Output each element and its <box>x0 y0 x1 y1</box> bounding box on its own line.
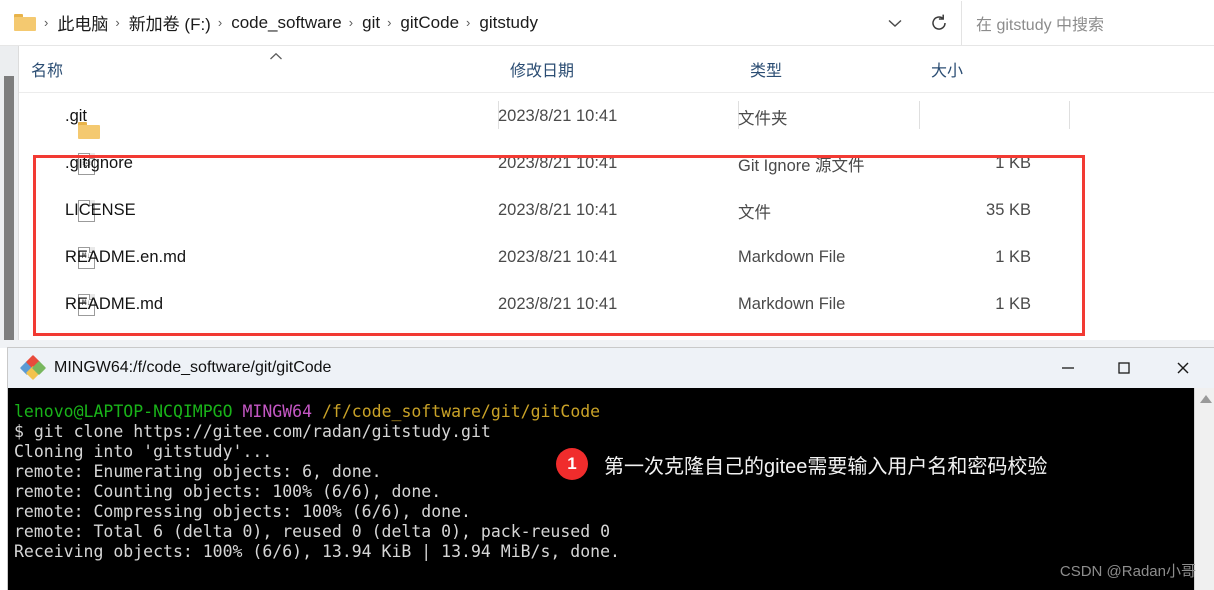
file-size: 1 KB <box>995 295 1031 313</box>
file-date: 2023/8/21 10:41 <box>498 154 618 172</box>
breadcrumb-separator: › <box>217 15 223 30</box>
annotation-callout: 1 第一次克隆自己的gitee需要输入用户名和密码校验 <box>556 448 1047 480</box>
breadcrumb-separator: › <box>44 15 49 30</box>
window-controls <box>1040 348 1214 388</box>
file-name: .git <box>65 107 88 125</box>
minimize-button[interactable] <box>1040 348 1096 388</box>
terminal-line: remote: Enumerating objects: 6, done. <box>14 462 382 481</box>
file-type: Git Ignore 源文件 <box>738 156 865 175</box>
address-bar: › 此电脑 › 新加卷 (F:) › code_software › git ›… <box>0 0 1214 45</box>
file-name: README.md <box>65 295 164 313</box>
terminal-title-bar[interactable]: MINGW64:/f/code_software/git/gitCode <box>8 348 1214 388</box>
file-name: LICENSE <box>65 201 136 219</box>
terminal-title-text: MINGW64:/f/code_software/git/gitCode <box>54 359 332 376</box>
table-row[interactable]: .git 2023/8/21 10:41 文件夹 <box>19 93 1214 140</box>
prompt-user-host: lenovo@LAPTOP-NCQIMPGO <box>14 402 233 421</box>
table-row[interactable]: M↓ README.en.md 2023/8/21 10:41 Markdown… <box>19 234 1214 281</box>
breadcrumb-item-2[interactable]: code_software <box>226 10 347 36</box>
column-header-row: 名称 修改日期 类型 大小 <box>19 46 1214 129</box>
breadcrumb-item-5[interactable]: gitstudy <box>474 10 543 36</box>
terminal-line: Cloning into 'gitstudy'... <box>14 442 273 461</box>
terminal-line: remote: Counting objects: 100% (6/6), do… <box>14 482 442 501</box>
file-date: 2023/8/21 10:41 <box>498 201 618 219</box>
file-name: .gitignore <box>65 154 133 172</box>
column-header-date[interactable]: 修改日期 <box>498 46 738 92</box>
screenshot-root: › 此电脑 › 新加卷 (F:) › code_software › git ›… <box>0 0 1214 590</box>
file-list: .git 2023/8/21 10:41 文件夹 ⚙ .gitignore 20… <box>19 93 1214 348</box>
breadcrumb-separator: › <box>466 15 471 30</box>
terminal-line: Receiving objects: 100% (6/6), 13.94 KiB… <box>14 542 620 561</box>
breadcrumb-item-3[interactable]: git <box>357 10 385 36</box>
breadcrumb-separator: › <box>348 15 354 30</box>
column-header-size[interactable]: 大小 <box>919 46 1069 92</box>
table-row[interactable]: LICENSE 2023/8/21 10:41 文件 35 KB <box>19 187 1214 234</box>
sort-ascending-icon <box>269 52 283 62</box>
terminal-scrollbar[interactable] <box>1194 388 1214 590</box>
breadcrumb-separator: › <box>115 15 120 30</box>
breadcrumb-item-4[interactable]: gitCode <box>395 10 464 36</box>
maximize-button[interactable] <box>1096 348 1152 388</box>
close-button[interactable] <box>1152 348 1214 388</box>
search-input[interactable]: 在 gitstudy 中搜索 <box>962 1 1214 45</box>
terminal-line: remote: Total 6 (delta 0), reused 0 (del… <box>14 522 611 541</box>
file-size: 1 KB <box>995 248 1031 266</box>
prompt-shell: MINGW64 <box>242 402 313 421</box>
terminal-prompt-line: lenovo@LAPTOP-NCQIMPGO MINGW64 /f/code_s… <box>14 402 600 422</box>
breadcrumb-item-1[interactable]: 新加卷 (F:) <box>124 7 216 38</box>
chevron-down-icon[interactable] <box>873 1 917 45</box>
file-size: 35 KB <box>986 201 1031 219</box>
file-size <box>919 93 1031 140</box>
file-type: Markdown File <box>738 295 846 313</box>
file-name: README.en.md <box>65 248 187 266</box>
file-type: 文件 <box>738 203 771 222</box>
scroll-up-arrow-icon[interactable] <box>1200 395 1212 403</box>
breadcrumb: › 此电脑 › 新加卷 (F:) › code_software › git ›… <box>42 7 543 38</box>
file-type: 文件夹 <box>738 109 788 128</box>
folder-icon <box>14 14 36 31</box>
table-row[interactable]: ⚙ .gitignore 2023/8/21 10:41 Git Ignore … <box>19 140 1214 187</box>
annotation-badge: 1 <box>556 448 588 480</box>
breadcrumb-item-0[interactable]: 此电脑 <box>52 7 113 38</box>
terminal-line: remote: Compressing objects: 100% (6/6),… <box>14 502 471 521</box>
breadcrumb-separator: › <box>387 15 392 30</box>
refresh-icon[interactable] <box>917 1 961 45</box>
watermark: CSDN @Radan小哥 <box>1059 563 1196 580</box>
explorer-left-scrollbar-thumb[interactable] <box>4 76 14 342</box>
git-bash-icon <box>19 354 47 381</box>
file-type: Markdown File <box>738 248 846 266</box>
terminal-line: $ git clone https://gitee.com/radan/gits… <box>14 422 491 441</box>
file-explorer-window: › 此电脑 › 新加卷 (F:) › code_software › git ›… <box>0 0 1214 348</box>
explorer-status-strip <box>0 340 1214 348</box>
file-size: 1 KB <box>995 154 1031 172</box>
table-row[interactable]: M↓ README.md 2023/8/21 10:41 Markdown Fi… <box>19 281 1214 328</box>
annotation-text: 第一次克隆自己的gitee需要输入用户名和密码校验 <box>604 455 1048 478</box>
file-date: 2023/8/21 10:41 <box>498 248 618 266</box>
file-date: 2023/8/21 10:41 <box>498 107 618 125</box>
terminal-output[interactable]: lenovo@LAPTOP-NCQIMPGO MINGW64 /f/code_s… <box>8 388 1214 590</box>
column-header-name[interactable]: 名称 <box>19 46 498 92</box>
file-date: 2023/8/21 10:41 <box>498 295 618 313</box>
search-placeholder: 在 gitstudy 中搜索 <box>976 16 1105 34</box>
prompt-path: /f/code_software/git/gitCode <box>321 402 601 421</box>
column-header-type[interactable]: 类型 <box>738 46 919 92</box>
